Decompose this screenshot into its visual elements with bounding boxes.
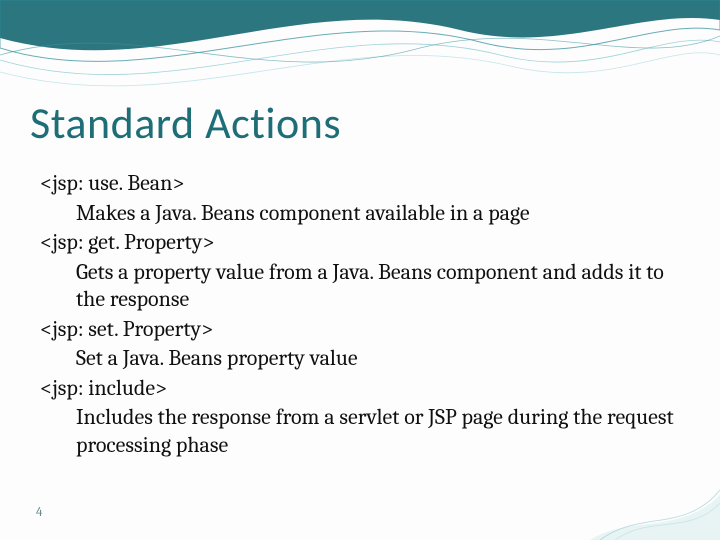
slide-body: <jsp: use. Bean> Makes a Java. Beans com…: [40, 168, 680, 461]
action-desc: Includes the response from a servlet or …: [76, 404, 680, 459]
action-desc: Gets a property value from a Java. Beans…: [76, 259, 680, 314]
action-tag: <jsp: use. Bean>: [40, 170, 680, 198]
slide-title: Standard Actions: [30, 96, 341, 150]
action-tag: <jsp: get. Property>: [40, 229, 680, 257]
decorative-corner-bottom-right: [590, 485, 720, 540]
action-tag: <jsp: set. Property>: [40, 316, 680, 344]
action-desc: Set a Java. Beans property value: [76, 345, 680, 373]
page-number: 4: [36, 505, 42, 520]
action-desc: Makes a Java. Beans component available …: [76, 200, 680, 228]
slide: Standard Actions <jsp: use. Bean> Makes …: [0, 0, 720, 540]
action-tag: <jsp: include>: [40, 375, 680, 403]
